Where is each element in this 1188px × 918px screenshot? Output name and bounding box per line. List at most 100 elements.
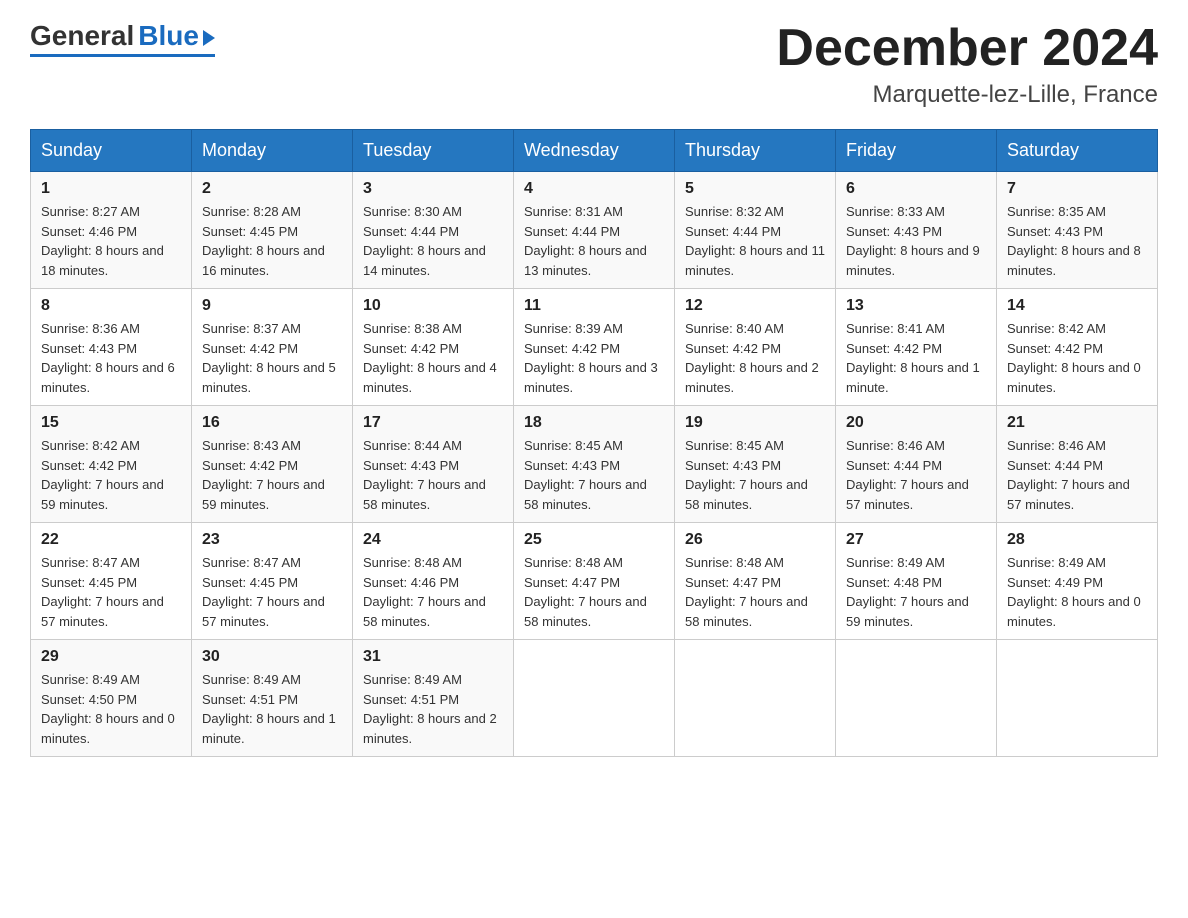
day-info: Sunrise: 8:49 AM Sunset: 4:50 PM Dayligh… (41, 670, 181, 748)
calendar-cell: 23 Sunrise: 8:47 AM Sunset: 4:45 PM Dayl… (192, 523, 353, 640)
calendar-table: SundayMondayTuesdayWednesdayThursdayFrid… (30, 129, 1158, 757)
day-number: 30 (202, 648, 342, 666)
day-number: 25 (524, 531, 664, 549)
day-info: Sunrise: 8:36 AM Sunset: 4:43 PM Dayligh… (41, 319, 181, 397)
logo-blue: Blue (138, 20, 199, 52)
day-info: Sunrise: 8:47 AM Sunset: 4:45 PM Dayligh… (202, 553, 342, 631)
logo-arrow-icon (203, 30, 215, 46)
calendar-cell: 2 Sunrise: 8:28 AM Sunset: 4:45 PM Dayli… (192, 172, 353, 289)
calendar-cell: 27 Sunrise: 8:49 AM Sunset: 4:48 PM Dayl… (836, 523, 997, 640)
calendar-cell: 15 Sunrise: 8:42 AM Sunset: 4:42 PM Dayl… (31, 406, 192, 523)
calendar-cell: 11 Sunrise: 8:39 AM Sunset: 4:42 PM Dayl… (514, 289, 675, 406)
logo-underline (30, 54, 215, 57)
day-info: Sunrise: 8:35 AM Sunset: 4:43 PM Dayligh… (1007, 202, 1147, 280)
day-info: Sunrise: 8:42 AM Sunset: 4:42 PM Dayligh… (41, 436, 181, 514)
calendar-week-row: 29 Sunrise: 8:49 AM Sunset: 4:50 PM Dayl… (31, 640, 1158, 757)
day-info: Sunrise: 8:49 AM Sunset: 4:51 PM Dayligh… (363, 670, 503, 748)
day-info: Sunrise: 8:46 AM Sunset: 4:44 PM Dayligh… (846, 436, 986, 514)
calendar-cell: 12 Sunrise: 8:40 AM Sunset: 4:42 PM Dayl… (675, 289, 836, 406)
calendar-cell: 19 Sunrise: 8:45 AM Sunset: 4:43 PM Dayl… (675, 406, 836, 523)
calendar-cell: 16 Sunrise: 8:43 AM Sunset: 4:42 PM Dayl… (192, 406, 353, 523)
day-number: 15 (41, 414, 181, 432)
calendar-week-row: 1 Sunrise: 8:27 AM Sunset: 4:46 PM Dayli… (31, 172, 1158, 289)
day-info: Sunrise: 8:49 AM Sunset: 4:51 PM Dayligh… (202, 670, 342, 748)
day-info: Sunrise: 8:45 AM Sunset: 4:43 PM Dayligh… (524, 436, 664, 514)
calendar-cell: 10 Sunrise: 8:38 AM Sunset: 4:42 PM Dayl… (353, 289, 514, 406)
logo: General Blue (30, 20, 215, 57)
logo-general: General (30, 20, 134, 52)
column-header-friday: Friday (836, 130, 997, 172)
calendar-cell: 1 Sunrise: 8:27 AM Sunset: 4:46 PM Dayli… (31, 172, 192, 289)
calendar-cell: 29 Sunrise: 8:49 AM Sunset: 4:50 PM Dayl… (31, 640, 192, 757)
day-number: 24 (363, 531, 503, 549)
logo-text: General Blue (30, 20, 215, 52)
calendar-cell: 31 Sunrise: 8:49 AM Sunset: 4:51 PM Dayl… (353, 640, 514, 757)
day-info: Sunrise: 8:49 AM Sunset: 4:49 PM Dayligh… (1007, 553, 1147, 631)
calendar-week-row: 22 Sunrise: 8:47 AM Sunset: 4:45 PM Dayl… (31, 523, 1158, 640)
day-info: Sunrise: 8:38 AM Sunset: 4:42 PM Dayligh… (363, 319, 503, 397)
day-number: 4 (524, 180, 664, 198)
day-number: 12 (685, 297, 825, 315)
day-info: Sunrise: 8:32 AM Sunset: 4:44 PM Dayligh… (685, 202, 825, 280)
column-header-sunday: Sunday (31, 130, 192, 172)
day-info: Sunrise: 8:48 AM Sunset: 4:47 PM Dayligh… (524, 553, 664, 631)
day-info: Sunrise: 8:47 AM Sunset: 4:45 PM Dayligh… (41, 553, 181, 631)
month-year-title: December 2024 (776, 20, 1158, 77)
day-info: Sunrise: 8:37 AM Sunset: 4:42 PM Dayligh… (202, 319, 342, 397)
day-number: 5 (685, 180, 825, 198)
calendar-cell: 4 Sunrise: 8:31 AM Sunset: 4:44 PM Dayli… (514, 172, 675, 289)
day-info: Sunrise: 8:27 AM Sunset: 4:46 PM Dayligh… (41, 202, 181, 280)
calendar-cell: 8 Sunrise: 8:36 AM Sunset: 4:43 PM Dayli… (31, 289, 192, 406)
calendar-cell: 7 Sunrise: 8:35 AM Sunset: 4:43 PM Dayli… (997, 172, 1158, 289)
day-number: 10 (363, 297, 503, 315)
calendar-cell (514, 640, 675, 757)
column-header-saturday: Saturday (997, 130, 1158, 172)
calendar-cell: 9 Sunrise: 8:37 AM Sunset: 4:42 PM Dayli… (192, 289, 353, 406)
day-number: 21 (1007, 414, 1147, 432)
day-number: 13 (846, 297, 986, 315)
day-number: 2 (202, 180, 342, 198)
day-number: 31 (363, 648, 503, 666)
calendar-cell: 13 Sunrise: 8:41 AM Sunset: 4:42 PM Dayl… (836, 289, 997, 406)
calendar-cell: 26 Sunrise: 8:48 AM Sunset: 4:47 PM Dayl… (675, 523, 836, 640)
day-number: 19 (685, 414, 825, 432)
day-number: 6 (846, 180, 986, 198)
day-number: 11 (524, 297, 664, 315)
day-info: Sunrise: 8:40 AM Sunset: 4:42 PM Dayligh… (685, 319, 825, 397)
calendar-cell: 14 Sunrise: 8:42 AM Sunset: 4:42 PM Dayl… (997, 289, 1158, 406)
day-number: 28 (1007, 531, 1147, 549)
day-number: 9 (202, 297, 342, 315)
day-info: Sunrise: 8:42 AM Sunset: 4:42 PM Dayligh… (1007, 319, 1147, 397)
day-info: Sunrise: 8:41 AM Sunset: 4:42 PM Dayligh… (846, 319, 986, 397)
calendar-cell: 20 Sunrise: 8:46 AM Sunset: 4:44 PM Dayl… (836, 406, 997, 523)
day-info: Sunrise: 8:48 AM Sunset: 4:46 PM Dayligh… (363, 553, 503, 631)
day-number: 1 (41, 180, 181, 198)
location-subtitle: Marquette-lez-Lille, France (776, 81, 1158, 109)
day-info: Sunrise: 8:39 AM Sunset: 4:42 PM Dayligh… (524, 319, 664, 397)
day-number: 26 (685, 531, 825, 549)
column-header-wednesday: Wednesday (514, 130, 675, 172)
column-header-monday: Monday (192, 130, 353, 172)
day-info: Sunrise: 8:49 AM Sunset: 4:48 PM Dayligh… (846, 553, 986, 631)
day-number: 16 (202, 414, 342, 432)
calendar-cell (997, 640, 1158, 757)
calendar-header-row: SundayMondayTuesdayWednesdayThursdayFrid… (31, 130, 1158, 172)
calendar-cell: 3 Sunrise: 8:30 AM Sunset: 4:44 PM Dayli… (353, 172, 514, 289)
calendar-week-row: 15 Sunrise: 8:42 AM Sunset: 4:42 PM Dayl… (31, 406, 1158, 523)
day-info: Sunrise: 8:28 AM Sunset: 4:45 PM Dayligh… (202, 202, 342, 280)
day-number: 18 (524, 414, 664, 432)
day-number: 29 (41, 648, 181, 666)
day-info: Sunrise: 8:43 AM Sunset: 4:42 PM Dayligh… (202, 436, 342, 514)
day-number: 20 (846, 414, 986, 432)
day-info: Sunrise: 8:31 AM Sunset: 4:44 PM Dayligh… (524, 202, 664, 280)
calendar-cell: 21 Sunrise: 8:46 AM Sunset: 4:44 PM Dayl… (997, 406, 1158, 523)
calendar-cell: 22 Sunrise: 8:47 AM Sunset: 4:45 PM Dayl… (31, 523, 192, 640)
column-header-thursday: Thursday (675, 130, 836, 172)
day-number: 8 (41, 297, 181, 315)
day-number: 3 (363, 180, 503, 198)
day-number: 14 (1007, 297, 1147, 315)
day-info: Sunrise: 8:44 AM Sunset: 4:43 PM Dayligh… (363, 436, 503, 514)
calendar-cell: 17 Sunrise: 8:44 AM Sunset: 4:43 PM Dayl… (353, 406, 514, 523)
day-number: 22 (41, 531, 181, 549)
day-number: 23 (202, 531, 342, 549)
